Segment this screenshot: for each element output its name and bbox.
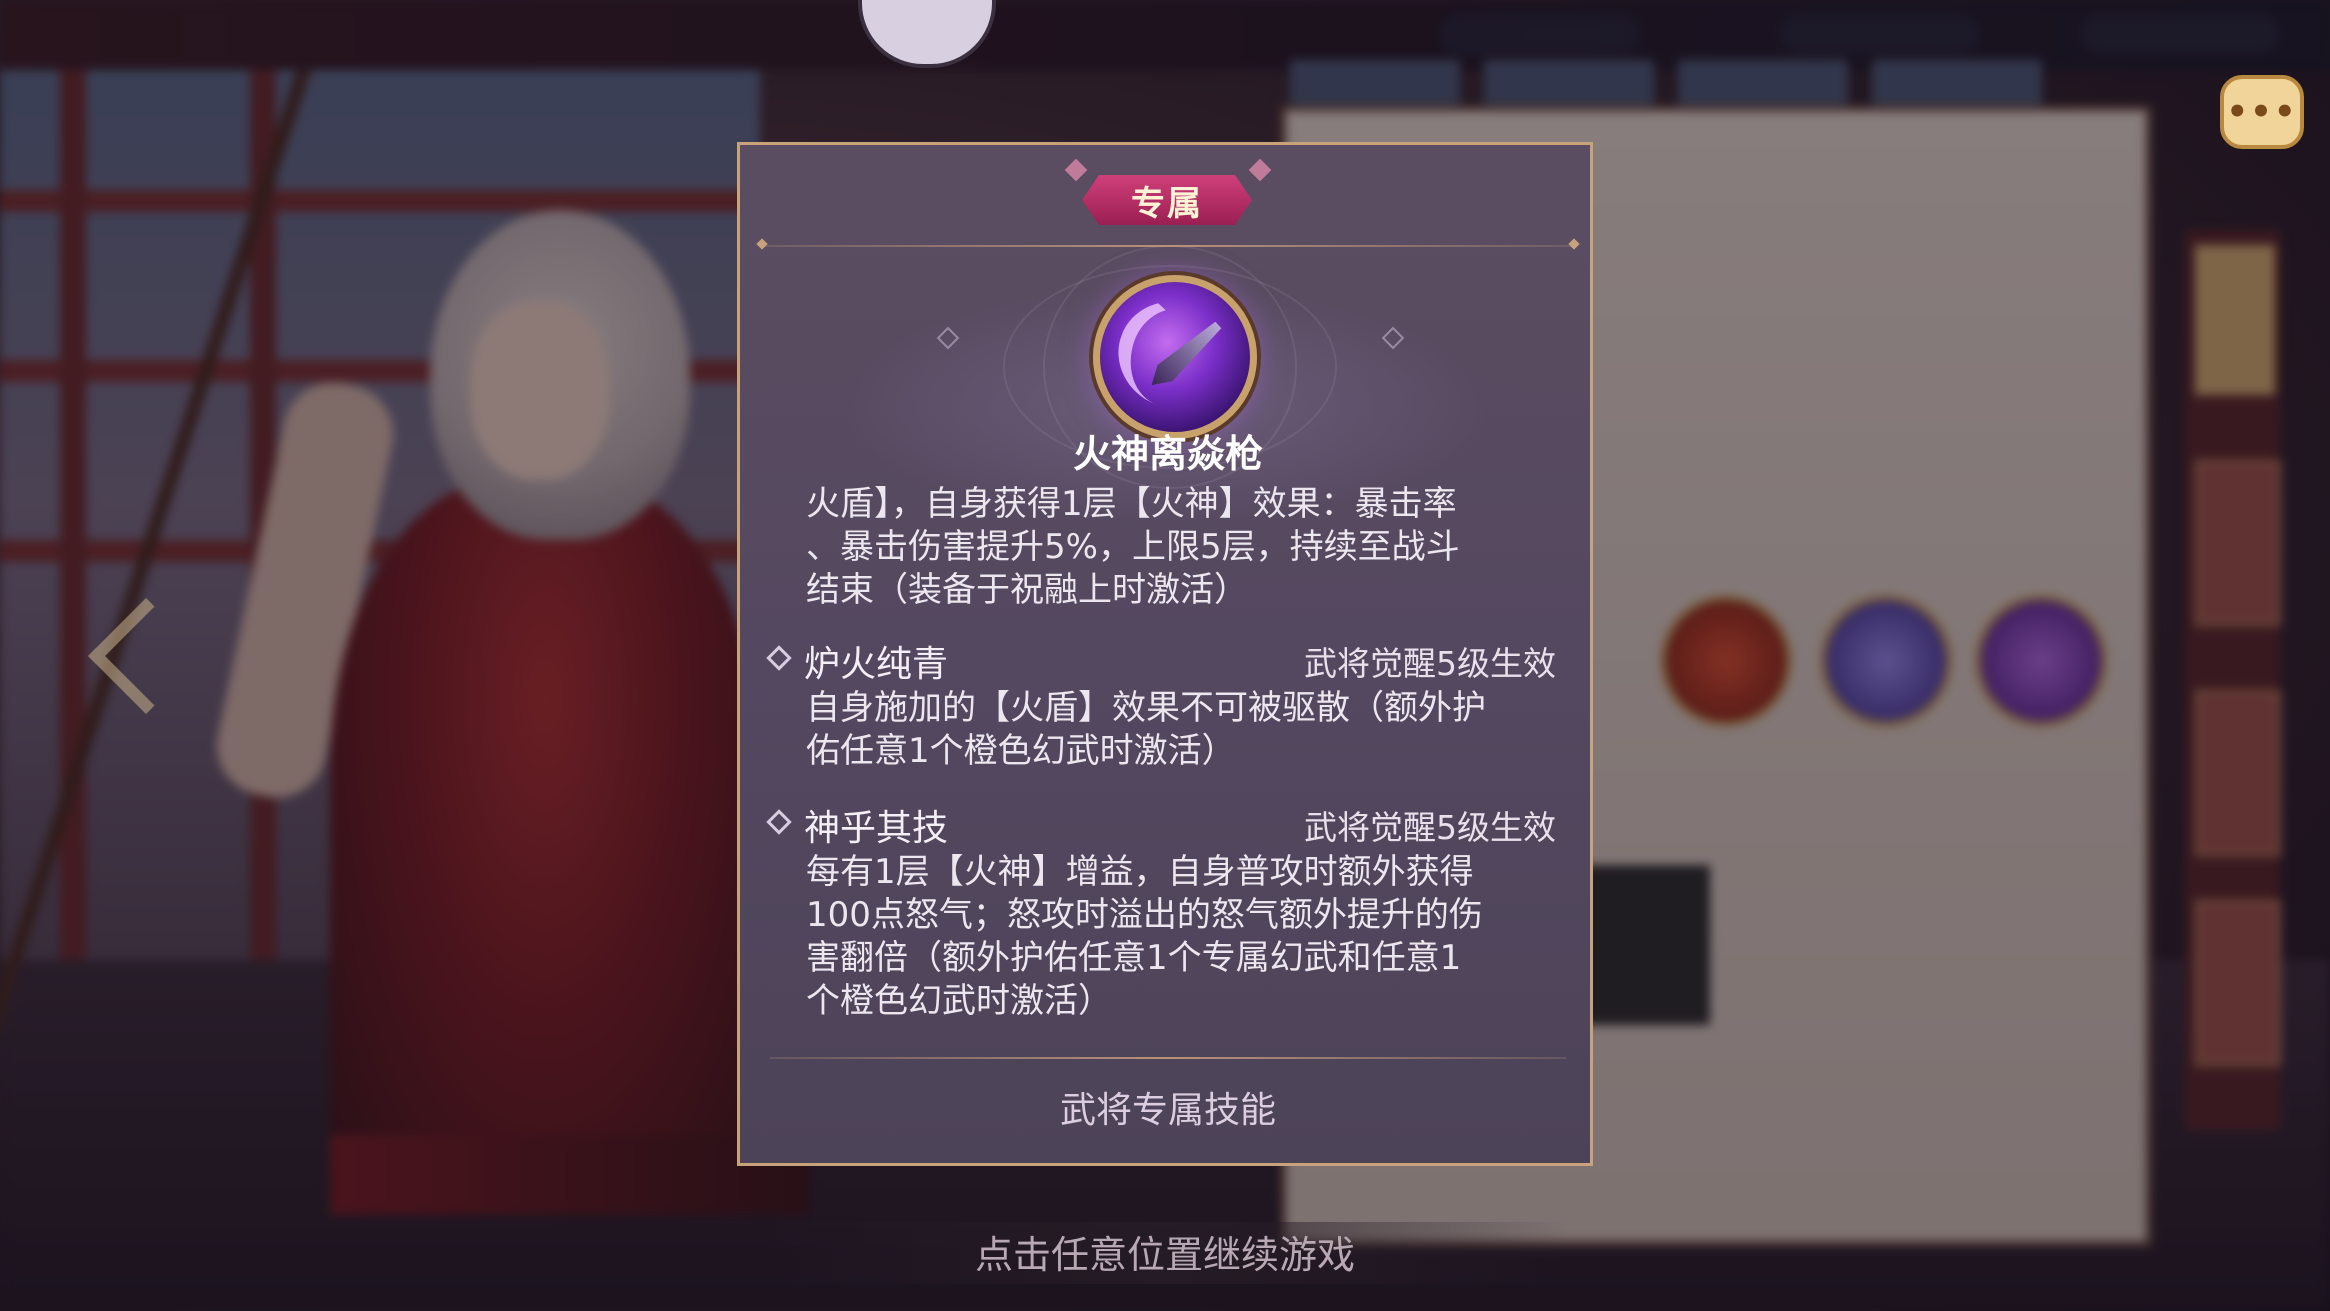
description-line: 火盾】，自身获得1层【火神】效果：暴击率	[806, 484, 1457, 524]
item-description: 火盾】，自身获得1层【火神】效果：暴击率 、暴击伤害提升5%，上限5层，持续至战…	[806, 483, 1546, 612]
skill-header: 炉火纯青 武将觉醒5级生效	[766, 635, 1556, 685]
exclusive-badge: 专属	[1078, 171, 1256, 229]
skill-condition: 武将觉醒5级生效	[1304, 808, 1556, 847]
header-divider	[762, 245, 1572, 247]
description-line: 结束（装备于祝融上时激活）	[806, 570, 1248, 610]
game-screen[interactable]: ••• 专属 火神离焱枪 火盾】，自身获得1层【火神】效果：暴击率 、暴击伤害提…	[0, 0, 2330, 1311]
skill-name: 炉火纯青	[804, 644, 949, 685]
continue-hint[interactable]: 点击任意位置继续游戏	[760, 1224, 1570, 1279]
diamond-bullet-icon	[766, 645, 792, 671]
skill-description: 自身施加的【火盾】效果不可被驱散（额外护 佑任意1个橙色幻武时激活）	[806, 687, 1546, 773]
skill-description: 每有1层【火神】增益，自身普攻时额外获得 100点怒气；怒攻时溢出的怒气额外提升…	[806, 851, 1546, 1023]
description-line: 100点怒气；怒攻时溢出的怒气额外提升的伤	[806, 895, 1483, 935]
chat-bubble-icon[interactable]: •••	[2220, 75, 2304, 149]
footer-divider	[770, 1057, 1566, 1059]
diamond-bullet-icon	[766, 809, 792, 835]
badge-label: 专属	[1131, 183, 1203, 224]
description-line: 自身施加的【火盾】效果不可被驱散（额外护	[806, 688, 1486, 728]
divider-end-dot	[756, 238, 768, 250]
divider-end-dot	[1568, 238, 1580, 250]
badge-wing	[1248, 158, 1272, 182]
chat-dots: •••	[2226, 92, 2298, 132]
exclusive-weapon-popup[interactable]: 专属 火神离焱枪 火盾】，自身获得1层【火神】效果：暴击率 、暴击伤害提升5%，…	[737, 142, 1593, 1166]
skill-name: 神乎其技	[804, 808, 949, 849]
description-line: 、暴击伤害提升5%，上限5层，持续至战斗	[806, 527, 1460, 567]
footer-label: 武将专属技能	[1059, 1090, 1276, 1131]
description-line: 每有1层【火神】增益，自身普攻时额外获得	[806, 852, 1474, 892]
description-line: 个橙色幻武时激活）	[806, 981, 1112, 1021]
description-line: 佑任意1个橙色幻武时激活）	[806, 731, 1236, 771]
skill-condition: 武将觉醒5级生效	[1304, 644, 1556, 683]
skill-header: 神乎其技 武将觉醒5级生效	[766, 799, 1556, 849]
item-name: 火神离焱枪	[1072, 432, 1263, 476]
purple-spear-icon	[1093, 275, 1257, 439]
description-line: 害翻倍（额外护佑任意1个专属幻武和任意1	[806, 938, 1462, 978]
